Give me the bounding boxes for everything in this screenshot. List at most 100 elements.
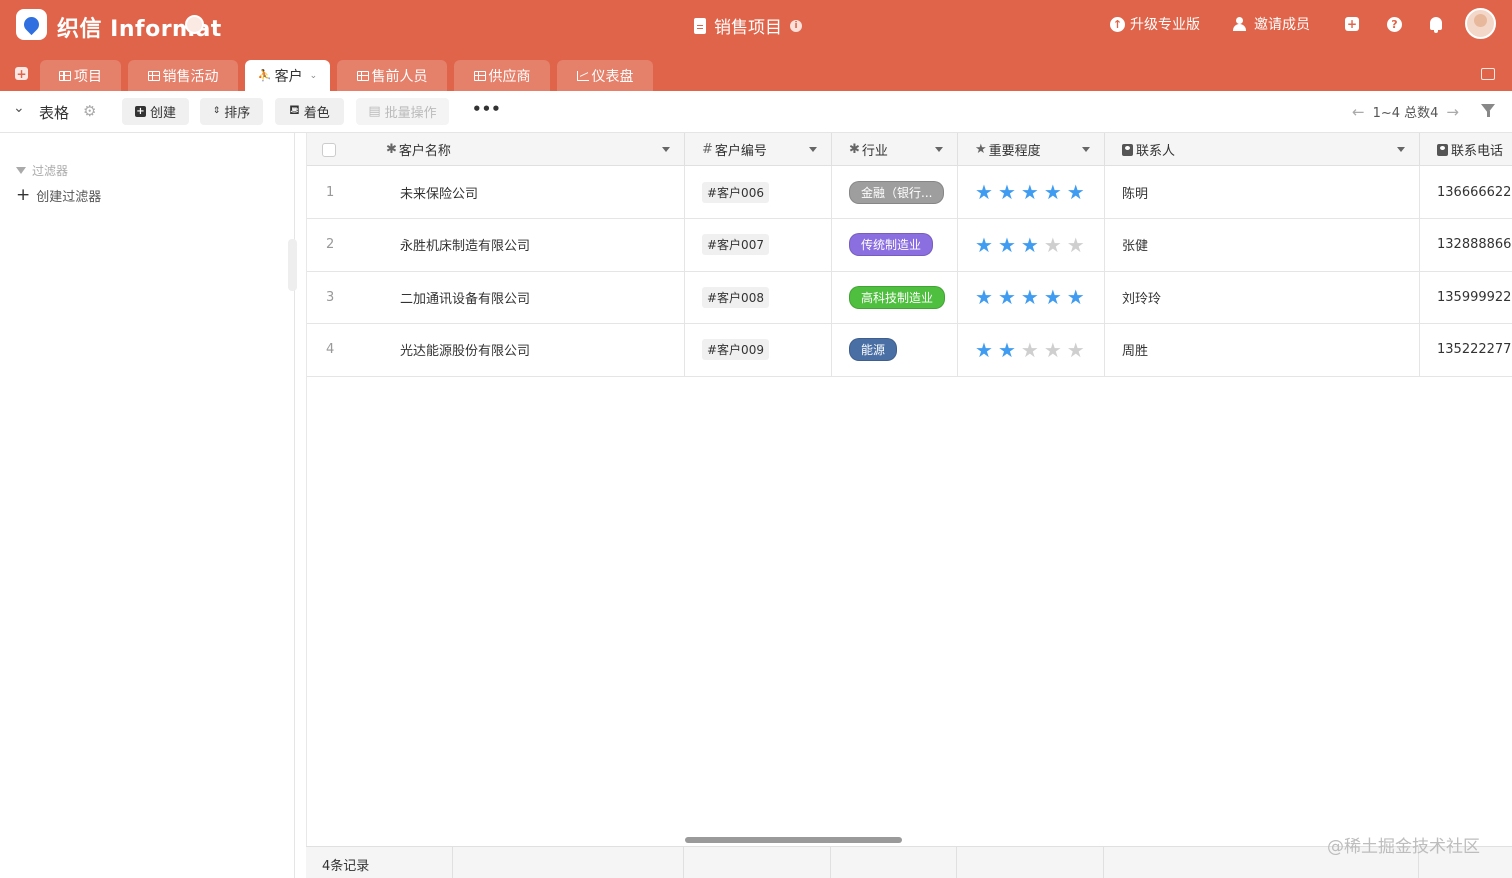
- row-number-cell[interactable]: 2: [307, 219, 376, 271]
- more-icon[interactable]: •••: [472, 100, 501, 118]
- star-rating[interactable]: ★ ★ ★ ★ ★: [975, 182, 1085, 202]
- next-page-arrow-icon[interactable]: →: [1446, 103, 1459, 121]
- logo-icon[interactable]: [16, 9, 47, 40]
- tab-presales[interactable]: 售前人员: [337, 60, 447, 91]
- add-tab-icon[interactable]: +: [15, 67, 28, 80]
- info-icon[interactable]: i: [790, 19, 802, 32]
- collapse-chevron-icon[interactable]: ⌄: [13, 100, 25, 116]
- create-button[interactable]: + 创建: [122, 98, 189, 125]
- star-icon[interactable]: ★: [1044, 340, 1062, 360]
- phone-cell[interactable]: 135222277: [1420, 324, 1512, 376]
- table-row[interactable]: 4 光达能源股份有限公司 #客户009 能源 ★ ★ ★ ★ ★ 周胜 135222277: [307, 323, 1512, 377]
- importance-cell[interactable]: ★ ★ ★ ★ ★: [958, 323, 1105, 376]
- importance-cell[interactable]: ★ ★ ★ ★ ★: [958, 271, 1105, 323]
- column-menu-caret-icon[interactable]: [935, 147, 943, 152]
- invite-members-button[interactable]: 邀请成员: [1233, 14, 1310, 34]
- star-icon[interactable]: ★: [1067, 182, 1085, 202]
- star-icon[interactable]: ★: [1021, 287, 1039, 307]
- customer-code-cell[interactable]: #客户009: [685, 323, 832, 376]
- star-icon[interactable]: ★: [975, 182, 993, 202]
- tab-customers[interactable]: ⛹ 客户 ⌄: [245, 60, 330, 91]
- prev-page-arrow-icon[interactable]: ←: [1352, 103, 1365, 121]
- industry-cell[interactable]: 金融（银行...: [832, 166, 958, 218]
- column-menu-caret-icon[interactable]: [1082, 147, 1090, 152]
- phone-cell[interactable]: 135999922: [1420, 271, 1512, 323]
- workspace-avatar[interactable]: [185, 15, 204, 34]
- column-header-phone[interactable]: 联系电话: [1420, 133, 1512, 166]
- column-menu-caret-icon[interactable]: [809, 147, 817, 152]
- star-icon[interactable]: ★: [975, 287, 993, 307]
- column-header-contact[interactable]: 联系人: [1105, 133, 1420, 166]
- customer-name-cell[interactable]: 永胜机床制造有限公司: [376, 218, 685, 271]
- column-header-name[interactable]: ✱ 客户名称: [376, 133, 685, 166]
- star-icon[interactable]: ★: [1044, 235, 1062, 255]
- copy-window-icon[interactable]: [1481, 68, 1495, 80]
- user-avatar[interactable]: [1465, 8, 1496, 39]
- add-button[interactable]: +: [1345, 17, 1359, 31]
- star-icon[interactable]: ★: [998, 340, 1016, 360]
- industry-cell[interactable]: 高科技制造业: [832, 271, 958, 323]
- sort-button[interactable]: ⇕ 排序: [200, 98, 263, 125]
- star-icon[interactable]: ★: [1067, 287, 1085, 307]
- contact-cell[interactable]: 周胜: [1105, 323, 1420, 376]
- industry-cell[interactable]: 传统制造业: [832, 218, 958, 271]
- column-header-importance[interactable]: ★ 重要程度: [958, 133, 1105, 166]
- customer-name-cell[interactable]: 二加通讯设备有限公司: [376, 271, 685, 323]
- customer-name-cell[interactable]: 未来保险公司: [376, 166, 685, 218]
- star-icon[interactable]: ★: [975, 235, 993, 255]
- column-menu-caret-icon[interactable]: [1397, 147, 1405, 152]
- view-name[interactable]: 表格: [39, 102, 69, 123]
- contact-cell[interactable]: 张健: [1105, 218, 1420, 271]
- tab-sales-activities[interactable]: 销售活动: [128, 60, 238, 91]
- chevron-down-icon[interactable]: ⌄: [310, 71, 318, 81]
- star-rating[interactable]: ★ ★ ★ ★ ★: [975, 340, 1085, 360]
- star-icon[interactable]: ★: [1044, 182, 1062, 202]
- filter-icon[interactable]: [1481, 104, 1495, 117]
- star-icon[interactable]: ★: [998, 287, 1016, 307]
- star-icon[interactable]: ★: [1021, 340, 1039, 360]
- importance-cell[interactable]: ★ ★ ★ ★ ★: [958, 218, 1105, 271]
- row-number-cell[interactable]: 3: [307, 271, 376, 323]
- column-header-industry[interactable]: ✱ 行业: [832, 133, 958, 166]
- table-row[interactable]: 1 未来保险公司 #客户006 金融（银行... ★ ★ ★ ★ ★ 陈明 136666622: [307, 166, 1512, 219]
- star-icon[interactable]: ★: [1044, 287, 1062, 307]
- star-rating[interactable]: ★ ★ ★ ★ ★: [975, 235, 1085, 255]
- column-menu-caret-icon[interactable]: [662, 147, 670, 152]
- star-icon[interactable]: ★: [998, 235, 1016, 255]
- horizontal-scrollbar[interactable]: [685, 837, 902, 843]
- table-row[interactable]: 2 永胜机床制造有限公司 #客户007 传统制造业 ★ ★ ★ ★ ★ 张健 132888866: [307, 218, 1512, 272]
- star-icon[interactable]: ★: [1067, 340, 1085, 360]
- customer-code-cell[interactable]: #客户007: [685, 218, 832, 271]
- phone-cell[interactable]: 132888866: [1420, 219, 1512, 271]
- column-header-code[interactable]: # 客户编号: [685, 133, 832, 166]
- customer-code-cell[interactable]: #客户008: [685, 271, 832, 323]
- color-button[interactable]: ⛾ 着色: [275, 98, 344, 125]
- tab-dashboard[interactable]: 仪表盘: [557, 60, 653, 91]
- contact-cell[interactable]: 陈明: [1105, 166, 1420, 218]
- batch-operation-button[interactable]: ▤ 批量操作: [356, 98, 449, 125]
- star-icon[interactable]: ★: [975, 340, 993, 360]
- table-row[interactable]: 3 二加通讯设备有限公司 #客户008 高科技制造业 ★ ★ ★ ★ ★ 刘玲玲 135999922: [307, 271, 1512, 324]
- star-rating[interactable]: ★ ★ ★ ★ ★: [975, 287, 1085, 307]
- industry-cell[interactable]: 能源: [832, 323, 958, 376]
- upgrade-button[interactable]: ↑ 升级专业版: [1110, 14, 1200, 34]
- row-number-cell[interactable]: 4: [307, 324, 376, 376]
- star-icon[interactable]: ★: [998, 182, 1016, 202]
- contact-cell[interactable]: 刘玲玲: [1105, 271, 1420, 323]
- view-settings-gear-icon[interactable]: ⚙: [83, 102, 96, 120]
- star-icon[interactable]: ★: [1021, 182, 1039, 202]
- panel-resize-handle[interactable]: [288, 239, 297, 291]
- row-number-cell[interactable]: 1: [307, 166, 376, 218]
- notifications-button[interactable]: [1430, 17, 1442, 33]
- help-button[interactable]: ?: [1387, 17, 1402, 32]
- importance-cell[interactable]: ★ ★ ★ ★ ★: [958, 166, 1105, 218]
- phone-cell[interactable]: 136666622: [1420, 166, 1512, 218]
- customer-code-cell[interactable]: #客户006: [685, 166, 832, 218]
- create-filter-button[interactable]: + 创建过滤器: [16, 186, 101, 206]
- star-icon[interactable]: ★: [1067, 235, 1085, 255]
- tab-projects[interactable]: 项目: [40, 60, 121, 91]
- select-all-checkbox[interactable]: [322, 142, 336, 157]
- customer-name-cell[interactable]: 光达能源股份有限公司: [376, 323, 685, 376]
- tab-suppliers[interactable]: 供应商: [454, 60, 550, 91]
- star-icon[interactable]: ★: [1021, 235, 1039, 255]
